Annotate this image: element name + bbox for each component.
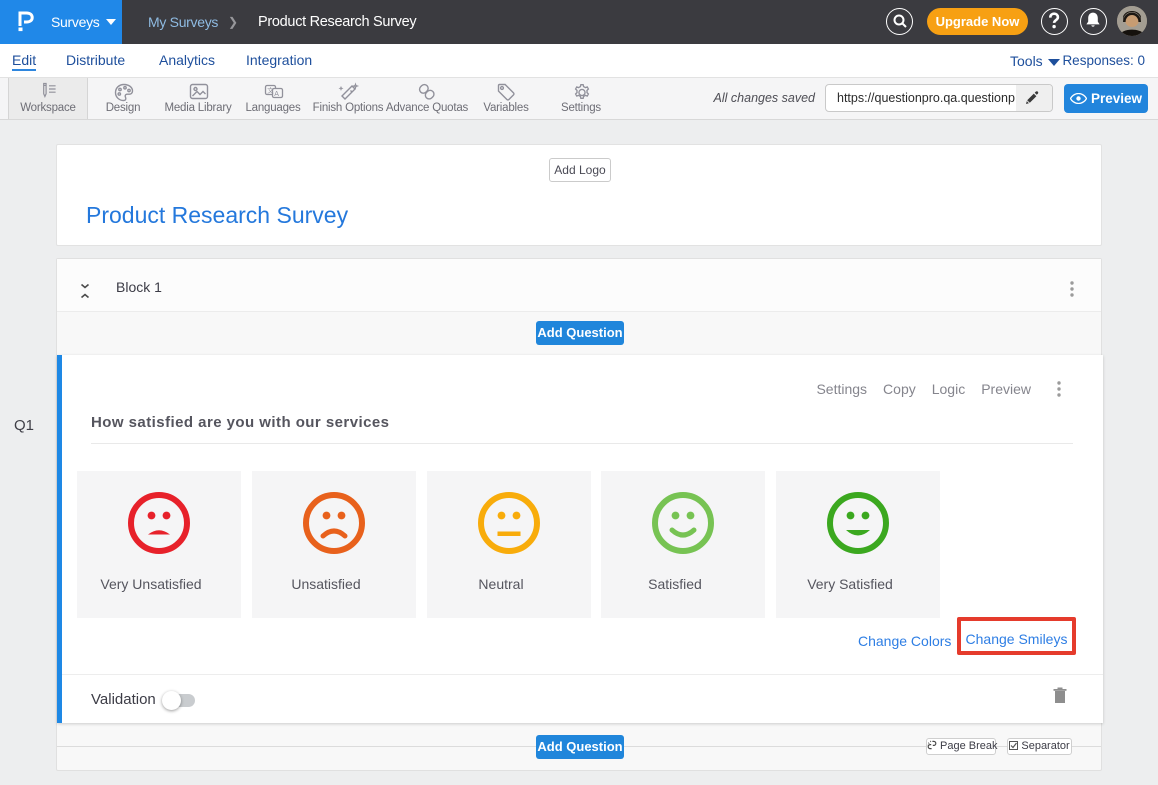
svg-text:A: A: [274, 91, 279, 98]
svg-text:文: 文: [267, 86, 274, 95]
